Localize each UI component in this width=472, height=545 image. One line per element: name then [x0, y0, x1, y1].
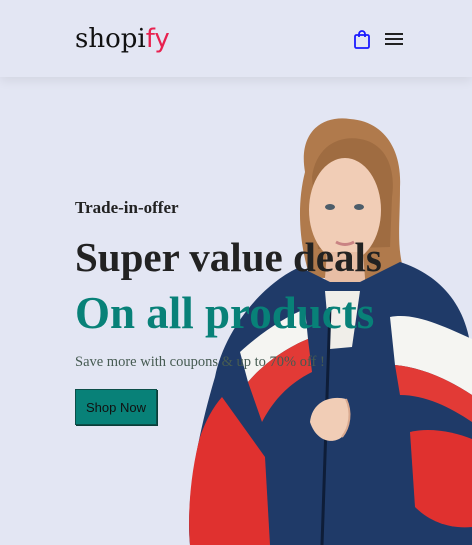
logo[interactable]: shopify: [75, 24, 170, 54]
logo-accent-text: fy: [145, 24, 170, 54]
hero-subheadline: On all products: [75, 288, 375, 338]
hero-description: Save more with coupons & up to 70% off !: [75, 354, 325, 370]
hero-section: Trade-in-offer Super value deals On all …: [0, 77, 472, 545]
logo-main-text: shopi: [75, 24, 146, 54]
shopping-bag-icon[interactable]: [353, 29, 371, 49]
trade-in-offer-label: Trade-in-offer: [75, 198, 179, 217]
hamburger-menu-icon[interactable]: [385, 31, 403, 47]
site-header: shopify: [0, 0, 472, 77]
hero-headline: Super value deals: [75, 234, 382, 280]
shop-now-button[interactable]: Shop Now: [75, 389, 157, 425]
